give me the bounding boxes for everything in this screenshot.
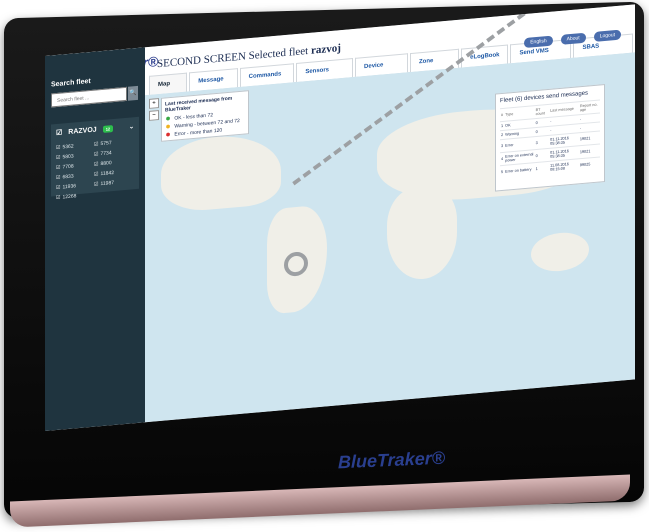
zoom-out-button[interactable]: − — [149, 110, 159, 121]
fleet-checkbox[interactable]: ☑ — [56, 128, 62, 137]
message-summary-table: # Type BT count Last message Report no. … — [500, 99, 600, 179]
device-item[interactable]: 11987 — [94, 179, 128, 188]
device-item[interactable]: 7734 — [94, 149, 128, 158]
warning-status-icon: ⬢ — [165, 124, 171, 131]
device-item[interactable]: 5362 — [56, 142, 90, 151]
device-item[interactable]: 7708 — [56, 162, 90, 171]
fleet-header[interactable]: ☑ RAZVOJ 12 ⌄ — [56, 122, 134, 137]
error-status-icon: ⬢ — [165, 132, 171, 139]
selected-fleet-name: razvoj — [310, 42, 341, 57]
map-land-australia — [531, 230, 589, 274]
ok-status-icon: ⬢ — [165, 116, 171, 123]
chevron-down-icon[interactable]: ⌄ — [129, 123, 134, 130]
device-item[interactable]: 11936 — [56, 182, 90, 191]
fleet-sidebar: Search fleet Search fleet ... 🔍 ☑ RAZVOJ… — [45, 47, 145, 432]
device-item[interactable]: 11842 — [94, 169, 128, 178]
device-list: 5362 5757 5803 7734 7708 8800 6833 11842… — [56, 138, 134, 201]
row-age: 99025 — [578, 156, 600, 172]
device-item[interactable]: 5803 — [56, 152, 90, 161]
monitor: BlueTraker® BlueTraker® SECOND SCREEN Se… — [0, 0, 649, 532]
row-last-message: 11.08.2016 08:15:08 — [549, 158, 579, 174]
fleet-name: RAZVOJ — [68, 125, 97, 136]
device-item[interactable]: 12268 — [56, 192, 90, 201]
status-legend: Last received message from BlueTraker ⬢ … — [161, 90, 249, 142]
search-button[interactable]: 🔍 — [128, 85, 138, 101]
device-message-summary: Fleet (6) devices send messages # Type B… — [495, 84, 605, 192]
map-zoom-controls: + − — [149, 98, 159, 123]
device-item[interactable]: 6833 — [56, 172, 90, 181]
device-item[interactable]: 5757 — [94, 139, 128, 148]
world-map[interactable]: + − Last received message from BlueTrake… — [145, 4, 635, 423]
sidebar-title: Search fleet — [51, 78, 91, 89]
row-type: Error on battery — [504, 162, 535, 178]
map-land-north-america — [161, 131, 281, 214]
zoom-in-button[interactable]: + — [149, 98, 159, 109]
map-land-africa — [387, 183, 457, 283]
device-item[interactable]: 8800 — [94, 159, 128, 168]
fleet-count-badge: 12 — [102, 124, 114, 133]
application-screen: BlueTraker® SECOND SCREEN Selected fleet… — [45, 4, 635, 432]
fleet-panel: ☑ RAZVOJ 12 ⌄ 5362 5757 5803 7734 7708 8… — [51, 116, 139, 200]
row-count: 1 — [534, 161, 550, 176]
fleet-search-input[interactable]: Search fleet ... — [51, 86, 127, 108]
